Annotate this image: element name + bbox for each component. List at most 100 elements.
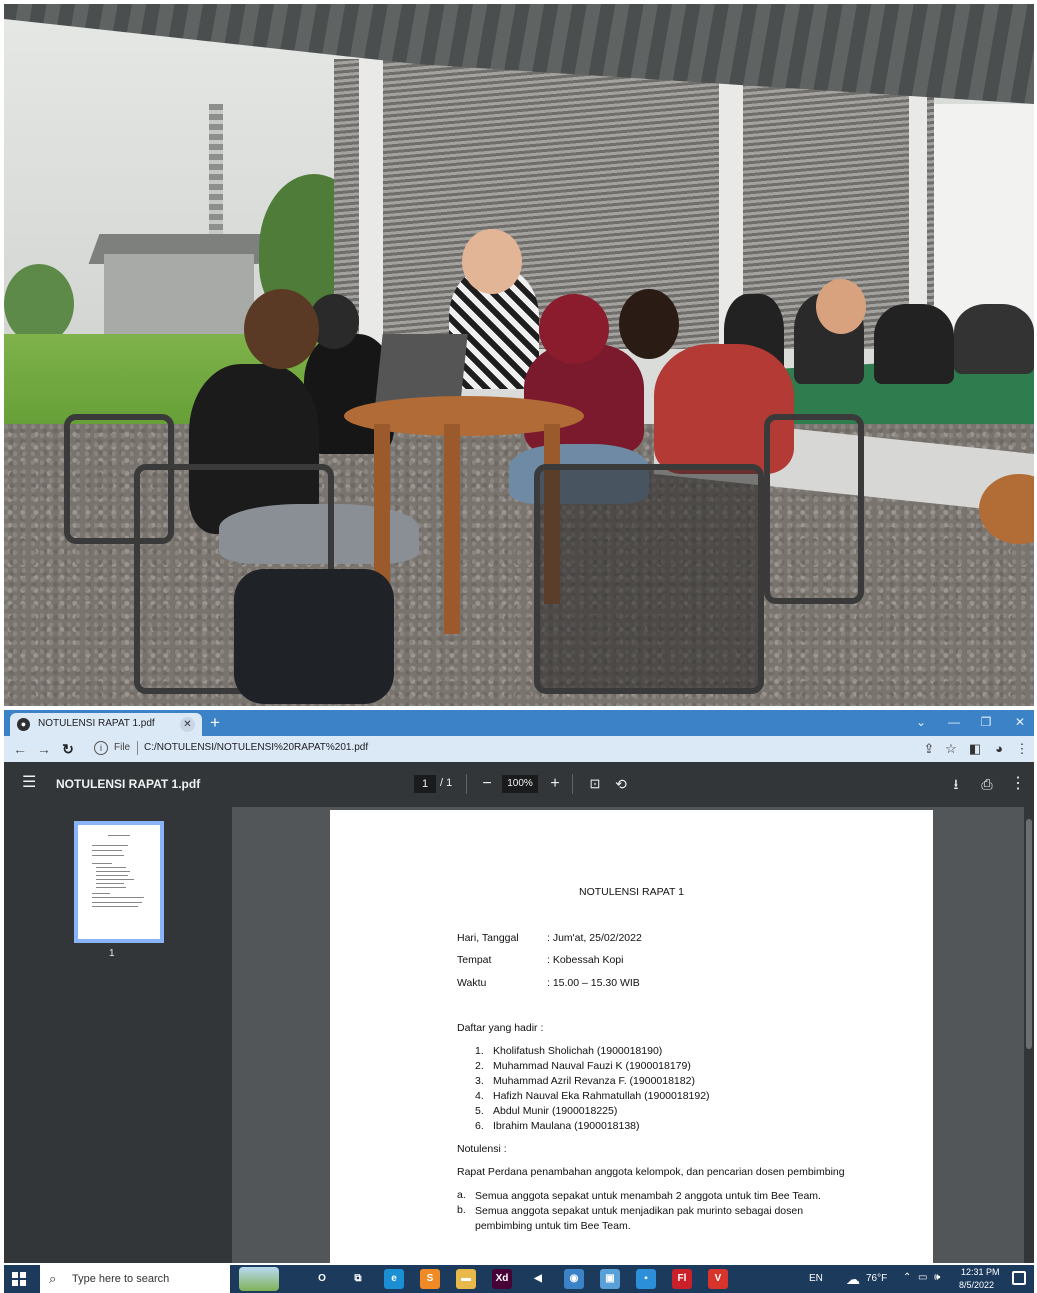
close-window-button[interactable]: ✕ — [1008, 712, 1032, 732]
app-icon[interactable]: ▣ — [600, 1269, 620, 1289]
omnibox[interactable]: i File C:/NOTULENSI/NOTULENSI%20RAPAT%20… — [94, 739, 914, 759]
note-letter: a. — [457, 1189, 466, 1201]
thumbnail-text-line — [96, 883, 124, 884]
page-total: / 1 — [440, 777, 453, 789]
document-title: NOTULENSI RAPAT 1.pdf — [56, 777, 201, 791]
tab-pdf[interactable]: ● NOTULENSI RAPAT 1.pdf ✕ — [10, 713, 202, 736]
scrollbar-thumb[interactable] — [1026, 819, 1032, 1049]
thumbnail-text-line — [92, 906, 138, 907]
thumbnail-text-line — [96, 875, 128, 876]
attendee-name: Hafizh Nauval Eka Rahmatullah (190001819… — [493, 1090, 710, 1102]
page-number-input[interactable]: 1 — [414, 775, 436, 793]
pillar — [359, 44, 383, 364]
globe-icon: ● — [17, 718, 30, 731]
app2-icon[interactable]: ▪ — [636, 1269, 656, 1289]
cloud-icon[interactable]: ☁ — [846, 1271, 860, 1288]
tab-title: NOTULENSI RAPAT 1.pdf — [38, 718, 155, 729]
notification-icon[interactable] — [1012, 1271, 1026, 1285]
search-placeholder: Type here to search — [72, 1273, 170, 1285]
thumbnail-text-line — [108, 835, 130, 836]
hamburger-menu-icon[interactable]: ☰ — [22, 775, 38, 791]
thumbnail-text-line — [92, 902, 142, 903]
info-label-place: Tempat — [457, 954, 492, 966]
page-thumbnail[interactable] — [74, 821, 164, 943]
tab-bar: ● NOTULENSI RAPAT 1.pdf ✕ + ⌄ — ❐ ✕ — [4, 710, 1034, 736]
person — [954, 304, 1034, 374]
list-number: 1. — [475, 1045, 484, 1057]
attendee-name: Muhammad Azril Revanza F. (1900018182) — [493, 1075, 695, 1087]
list-number: 3. — [475, 1075, 484, 1087]
restore-button[interactable]: ❐ — [974, 712, 998, 732]
file-explorer-icon[interactable]: ▬ — [456, 1269, 476, 1289]
news-widget-icon[interactable] — [239, 1267, 279, 1291]
vscode-icon[interactable]: ◀ — [528, 1269, 548, 1289]
fit-page-icon[interactable]: ⊡ — [584, 773, 606, 795]
vectr-icon[interactable]: V — [708, 1269, 728, 1289]
zoom-out-button[interactable]: − — [476, 773, 498, 795]
pdf-viewer: ☰ NOTULENSI RAPAT 1.pdf 1 / 1 − 100% + ⊡… — [4, 762, 1034, 1263]
attendee-name: Abdul Munir (1900018225) — [493, 1105, 618, 1117]
thumbnail-text-line — [92, 893, 110, 894]
attendance-item: 6. Ibrahim Maulana (1900018138) — [475, 1120, 640, 1132]
attendance-item: 1. Kholifatush Sholichah (1900018190) — [475, 1045, 662, 1057]
thumbnail-text-line — [96, 871, 130, 872]
scrollbar[interactable] — [1024, 807, 1034, 1263]
cortana-icon[interactable]: O — [312, 1269, 332, 1289]
list-number: 6. — [475, 1120, 484, 1132]
side-panel-icon[interactable]: ◧ — [965, 739, 985, 759]
windows-start-icon[interactable] — [12, 1272, 26, 1286]
file-scheme-label: File — [114, 742, 131, 753]
browser-window: ● NOTULENSI RAPAT 1.pdf ✕ + ⌄ — ❐ ✕ ← → … — [4, 710, 1034, 1263]
divider — [137, 741, 138, 755]
pdf-toolbar: ☰ NOTULENSI RAPAT 1.pdf 1 / 1 − 100% + ⊡… — [4, 762, 1034, 807]
thumbnail-text-line — [96, 887, 126, 888]
zoom-in-button[interactable]: + — [544, 773, 566, 795]
minimize-button[interactable]: — — [942, 712, 966, 732]
clock-time[interactable]: 12:31 PM — [961, 1267, 1000, 1277]
note-letter: b. — [457, 1204, 466, 1216]
notes-heading: Notulensi : — [457, 1143, 507, 1155]
taskbar-search-box[interactable]: ⌕ Type here to search — [40, 1265, 230, 1293]
thumbnail-text-line — [92, 897, 144, 898]
chevron-up-icon[interactable]: ⌃ — [903, 1272, 911, 1283]
forward-button[interactable]: → — [34, 739, 54, 759]
attendee-name: Kholifatush Sholichah (1900018190) — [493, 1045, 663, 1057]
thumbnail-text-line — [96, 879, 134, 880]
language-indicator[interactable]: EN — [809, 1273, 823, 1284]
info-value-place: : Kobessah Kopi — [547, 954, 624, 966]
flash-icon[interactable]: Fl — [672, 1269, 692, 1289]
temperature[interactable]: 76°F — [866, 1273, 887, 1284]
back-button[interactable]: ← — [10, 739, 30, 759]
info-label-date: Hari, Tanggal — [457, 932, 519, 944]
browser-menu-icon[interactable]: ⋮ — [1012, 739, 1032, 759]
url-text[interactable]: C:/NOTULENSI/NOTULENSI%20RAPAT%201.pdf — [144, 742, 368, 753]
table-leg — [374, 424, 390, 594]
volume-icon[interactable]: 🕪 — [934, 1272, 940, 1283]
battery-icon[interactable]: ▭ — [918, 1272, 927, 1283]
more-actions-icon[interactable]: ⋮ — [1007, 773, 1029, 795]
thumbnail-text-line — [92, 845, 128, 846]
tab-search-chevron-icon[interactable]: ⌄ — [909, 712, 933, 732]
edge-icon[interactable]: e — [384, 1269, 404, 1289]
print-icon[interactable]: ⎙ — [976, 773, 998, 795]
note-text: Semua anggota sepakat untuk menambah 2 a… — [475, 1190, 821, 1202]
clock-date[interactable]: 8/5/2022 — [959, 1280, 994, 1290]
new-tab-button[interactable]: + — [204, 713, 226, 733]
chrome-icon[interactable]: ◉ — [564, 1269, 584, 1289]
info-icon[interactable]: i — [94, 741, 108, 755]
rotate-icon[interactable]: ⟲ — [610, 773, 632, 795]
task-view-icon[interactable]: ⧉ — [348, 1269, 368, 1289]
close-tab-icon[interactable]: ✕ — [180, 717, 195, 732]
thumbnail-text-line — [92, 863, 112, 864]
bookmark-star-icon[interactable]: ☆ — [941, 739, 961, 759]
attendance-item: 4. Hafizh Nauval Eka Rahmatullah (1900018… — [475, 1090, 710, 1102]
meeting-summary: Rapat Perdana penambahan anggota kelompo… — [457, 1166, 845, 1178]
download-icon[interactable]: ⭳ — [945, 773, 967, 795]
share-icon[interactable]: ⇪ — [919, 739, 939, 759]
cell-tower — [209, 104, 223, 254]
zoom-level-input[interactable]: 100% — [502, 775, 538, 793]
sublime-icon[interactable]: S — [420, 1269, 440, 1289]
adobe-xd-icon[interactable]: Xd — [492, 1269, 512, 1289]
profile-avatar-icon[interactable]: ◕ — [989, 739, 1009, 759]
reload-button[interactable]: ↻ — [58, 739, 78, 759]
